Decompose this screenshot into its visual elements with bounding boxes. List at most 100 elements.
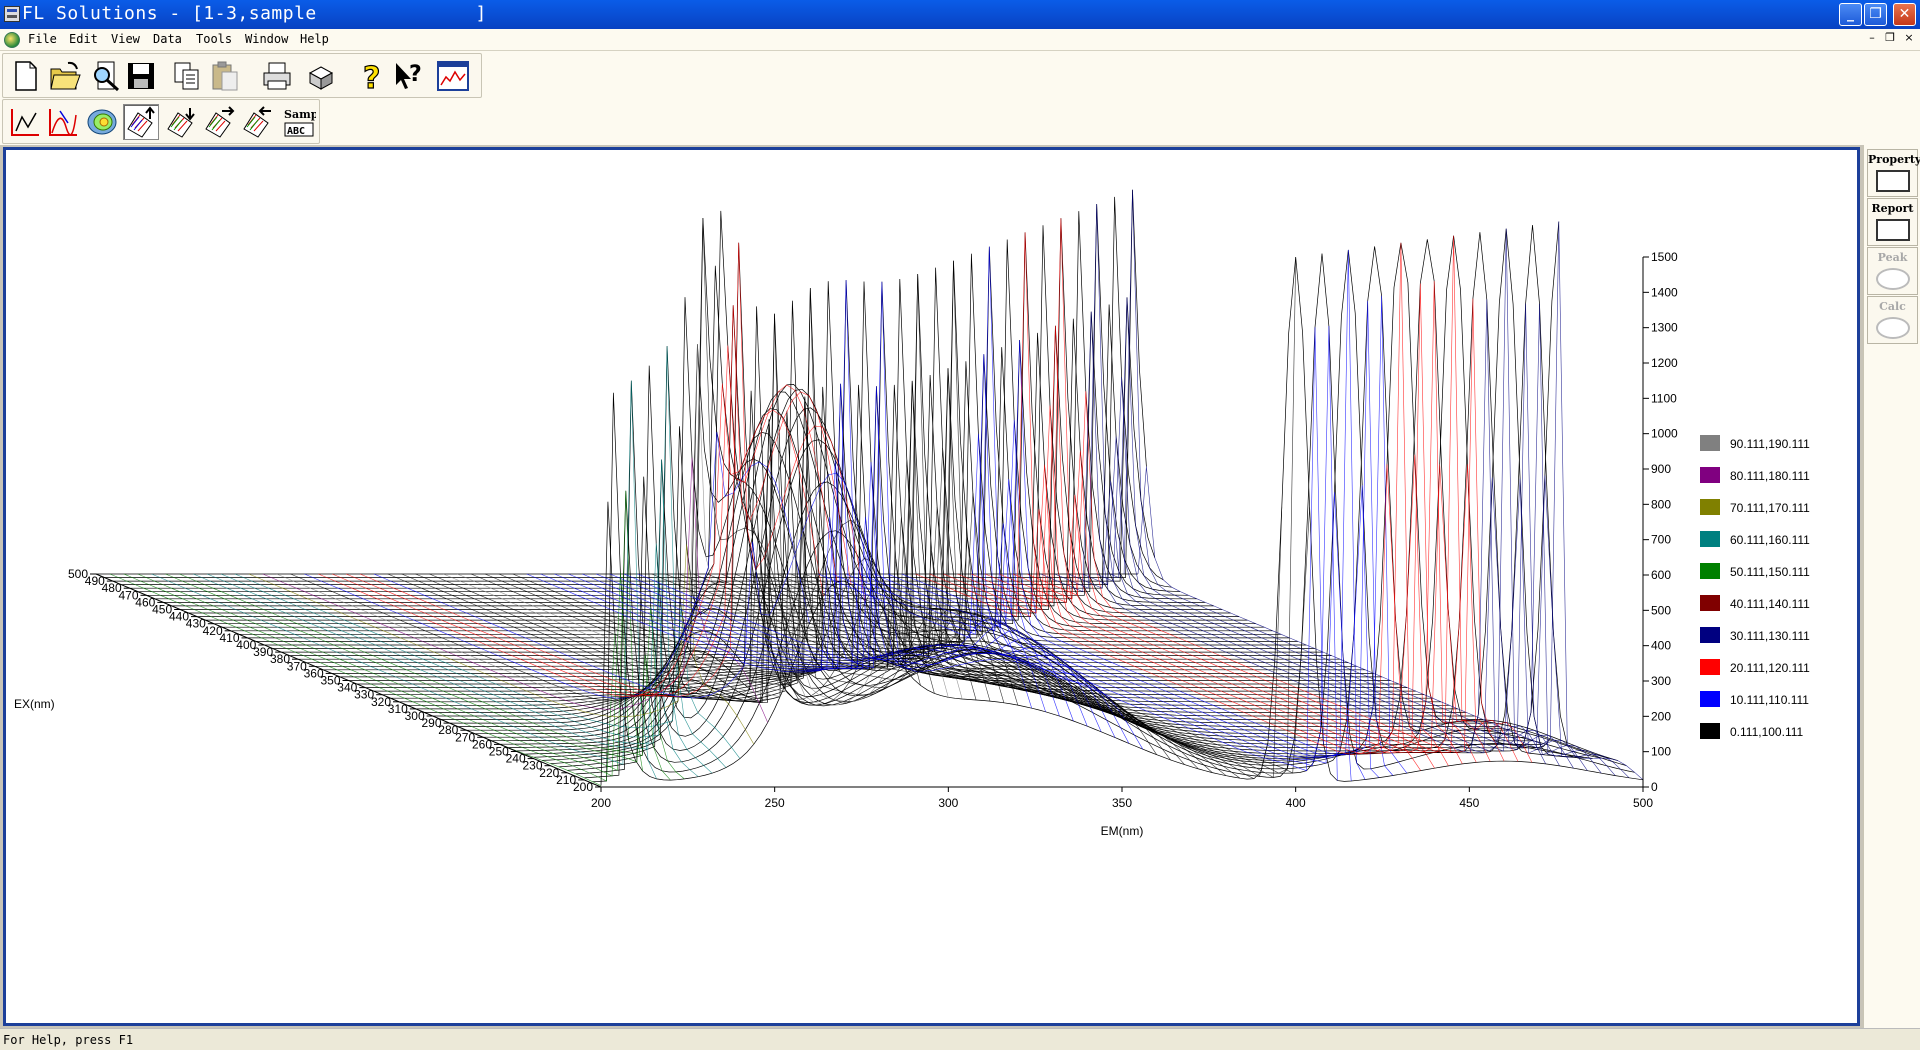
print-button[interactable] [259,58,295,94]
sample-label-top: Samp [284,108,316,121]
search-file-button[interactable] [87,58,123,94]
status-bar: For Help, press F1 [0,1028,1920,1050]
sample-abc-button[interactable]: Samp ABC [281,104,319,140]
z-tick-label: 1400 [1651,285,1678,299]
legend-swatch [1700,627,1720,643]
3d-plot-down-button[interactable] [163,104,199,140]
status-text: For Help, press F1 [3,1033,134,1047]
3d-plot-left-icon [243,106,271,138]
menu-view[interactable]: View [111,32,140,46]
z-tick-label: 500 [1651,603,1671,617]
surface-line [163,318,1206,603]
3d-spectrum-chart: 200 250 300 350 400 450 5002002102202302402502… [14,189,1810,838]
z-tick-label: 1300 [1651,321,1678,335]
3d-plot-left-button[interactable] [239,104,275,140]
restore-button[interactable]: ❐ [1864,3,1887,26]
calc-icon [1876,317,1910,339]
peak-button[interactable]: Peak [1867,247,1918,295]
context-help-button[interactable]: ? [391,58,427,94]
legend-label: 10.111,110.111 [1730,693,1809,707]
3d-plot-up-icon [127,106,155,138]
window-title: FL Solutions - [1-3,sample ] [22,3,487,24]
z-tick-label: 1500 [1651,250,1678,264]
z-tick-label: 200 [1651,709,1671,723]
contour-icon [87,109,117,135]
svg-text:?: ? [363,61,380,93]
save-button[interactable] [123,58,159,94]
menu-file[interactable]: File [28,32,57,46]
legend-label: 70.111,170.111 [1730,501,1810,515]
menu-window[interactable]: Window [245,32,288,46]
surface-line [429,313,935,706]
legend-swatch [1700,723,1720,739]
3d-view-button[interactable] [303,58,339,94]
mdi-close-button[interactable]: × [1902,31,1916,44]
workspace: 200 250 300 350 400 450 500 200 210 220 230 240 250 2… [0,145,1863,1028]
menu-data[interactable]: Data [153,32,182,46]
help-icon: ? [362,60,381,96]
copy-button[interactable] [169,58,205,94]
mdi-minimize-button[interactable]: – [1865,31,1879,44]
mdi-restore-button[interactable]: ❐ [1883,31,1897,44]
copy-icon [174,62,199,90]
app-icon[interactable] [4,6,20,22]
open-button[interactable] [47,58,83,94]
calc-label: Calc [1879,300,1906,313]
3d-plot-right-button[interactable] [201,104,237,140]
menu-bar: File Edit View Data Tools Window Help – … [0,29,1920,51]
y-tick-label: 500 [68,567,88,581]
new-file-button[interactable] [7,58,43,94]
y-axis-label: EX(nm) [14,697,55,711]
z-tick-label: 700 [1651,533,1671,547]
legend-label: 40.111,140.111 [1730,597,1810,611]
contour-button[interactable] [84,104,120,140]
z-tick-label: 1100 [1651,391,1677,405]
3d-plot-up-button[interactable] [123,104,159,140]
x-tick-label: 250 [765,796,785,810]
chart-frame[interactable]: 200 250 300 350 400 450 500 200 210 220 230 240 250 2… [3,147,1860,1026]
new-file-icon [15,61,37,91]
menu-edit[interactable]: Edit [69,32,98,46]
legend-label: 0.111,100.111 [1730,725,1804,739]
help-button[interactable]: ? [353,58,389,97]
x-tick-label: 200 [591,796,611,810]
3d-plot-right-icon [205,106,235,138]
property-button[interactable]: Property [1867,149,1920,197]
report-button[interactable]: Report [1867,198,1918,246]
calc-button[interactable]: Calc [1867,296,1918,344]
paste-button[interactable] [207,58,243,94]
surface-line [290,217,796,702]
title-bar[interactable]: FL Solutions - [1-3,sample ] _ ❐ ✕ [0,0,1920,29]
paste-icon [212,61,238,91]
sample-abc-icon: Samp ABC [284,108,319,137]
toolbar-area: ? ? Samp ABC [0,51,1920,145]
legend-swatch [1700,467,1720,483]
legend-label: 80.111,180.111 [1730,469,1810,483]
peak-icon [1876,268,1910,290]
menu-help[interactable]: Help [300,32,329,46]
print-icon [263,62,291,90]
chart-legend: 90.111,190.111 80.111,180.111 70.111,170.1… [1700,435,1810,739]
z-tick-label: 300 [1651,674,1671,688]
legend-label: 90.111,190.111 [1730,437,1810,451]
legend-label: 30.111,130.111 [1730,629,1810,643]
close-button[interactable]: ✕ [1893,3,1916,26]
trace-peak-button[interactable] [45,104,81,140]
x-tick-label: 400 [1286,796,1306,810]
view-toolbar: Samp ABC [2,99,320,144]
trace-xy-button[interactable] [7,104,43,140]
minimize-button[interactable]: _ [1839,3,1862,26]
spectrum-window-icon [437,61,469,91]
document-icon[interactable] [4,32,20,48]
surface-mesh [95,189,1644,786]
legend-swatch [1700,499,1720,515]
x-axis-label: EM(nm) [1101,824,1144,838]
legend-swatch [1700,595,1720,611]
surface-line [407,287,1450,706]
report-label: Report [1871,202,1914,215]
main-toolbar: ? ? [2,53,482,98]
spectrum-window-button[interactable] [435,58,471,94]
menu-tools[interactable]: Tools [196,32,232,46]
z-tick-label: 100 [1651,745,1671,759]
legend-swatch [1700,659,1720,675]
